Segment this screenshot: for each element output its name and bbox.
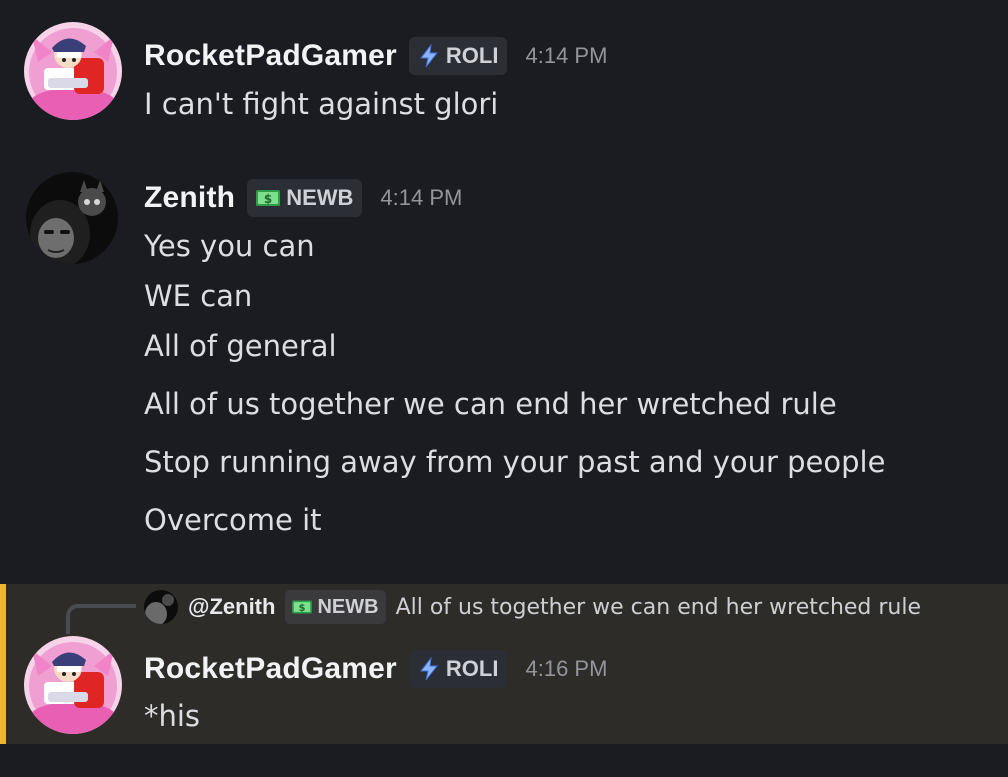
message-text: I can't fight against glori bbox=[144, 87, 499, 121]
reply-content[interactable]: All of us together we can end her wretch… bbox=[396, 595, 921, 620]
message-text: Stop running away from your past and you… bbox=[144, 445, 886, 479]
message-header: RocketPadGamer ROLI 4:16 PM bbox=[144, 649, 607, 689]
role-tag[interactable]: $ NEWB bbox=[247, 179, 363, 217]
svg-text:$: $ bbox=[299, 603, 306, 614]
zenith-avatar[interactable] bbox=[26, 172, 118, 264]
role-tag-label: ROLI bbox=[445, 656, 499, 681]
money-icon: $ bbox=[291, 598, 313, 616]
message-text: Overcome it bbox=[144, 503, 322, 537]
reply-role-tag[interactable]: $ NEWB bbox=[285, 590, 386, 624]
reply-preview[interactable]: @Zenith $ NEWB All of us together we can… bbox=[144, 588, 921, 626]
message-header: Zenith $ NEWB 4:14 PM bbox=[144, 178, 462, 218]
message-text: All of general bbox=[144, 329, 337, 363]
svg-text:$: $ bbox=[264, 192, 272, 206]
role-tag-label: NEWB bbox=[286, 185, 354, 210]
rocketpadgamer-avatar[interactable] bbox=[24, 636, 122, 734]
lightning-icon bbox=[417, 44, 441, 68]
rocketpadgamer-avatar[interactable] bbox=[24, 22, 122, 120]
timestamp[interactable]: 4:16 PM bbox=[525, 656, 607, 682]
timestamp[interactable]: 4:14 PM bbox=[380, 185, 462, 211]
lightning-icon bbox=[417, 657, 441, 681]
message-text: WE can bbox=[144, 279, 253, 313]
role-tag[interactable]: ROLI bbox=[408, 650, 508, 688]
author-name[interactable]: RocketPadGamer bbox=[144, 39, 397, 73]
role-tag-label: ROLI bbox=[445, 43, 499, 68]
message-text: Yes you can bbox=[144, 229, 315, 263]
message-text: All of us together we can end her wretch… bbox=[144, 387, 837, 421]
role-tag[interactable]: ROLI bbox=[408, 37, 508, 75]
reply-role-tag-label: NEWB bbox=[317, 595, 379, 618]
zenith-reply-avatar[interactable] bbox=[144, 590, 178, 624]
timestamp[interactable]: 4:14 PM bbox=[525, 43, 607, 69]
money-icon: $ bbox=[255, 187, 281, 209]
reply-spine bbox=[66, 604, 136, 634]
message-text: *his bbox=[144, 699, 201, 733]
author-name[interactable]: RocketPadGamer bbox=[144, 652, 397, 686]
mention-bar bbox=[0, 584, 6, 744]
reply-author[interactable]: @Zenith bbox=[188, 594, 275, 620]
chat-log: RocketPadGamer ROLI 4:14 PM I can't figh… bbox=[0, 0, 1008, 777]
message-header: RocketPadGamer ROLI 4:14 PM bbox=[144, 36, 607, 76]
author-name[interactable]: Zenith bbox=[144, 181, 235, 215]
